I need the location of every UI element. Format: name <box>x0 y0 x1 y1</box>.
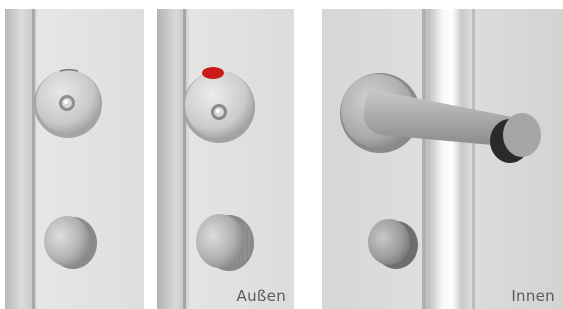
photo-panel-lock-outside: Außen <box>157 9 294 309</box>
turn-knob <box>368 219 410 265</box>
door-lock-outside-photo <box>157 9 294 309</box>
occupied-indicator <box>202 67 224 79</box>
door-handle-inside-photo <box>322 9 563 309</box>
photo-panel-lock-plain <box>5 9 144 309</box>
door-lock-photo <box>5 9 144 309</box>
turn-knob <box>44 216 90 266</box>
caption-outside: Außen <box>236 287 286 305</box>
turn-knob <box>196 214 244 268</box>
lever-end-cap <box>503 113 541 157</box>
photo-panel-handle-inside: Innen <box>322 9 563 309</box>
caption-inside: Innen <box>511 287 555 305</box>
